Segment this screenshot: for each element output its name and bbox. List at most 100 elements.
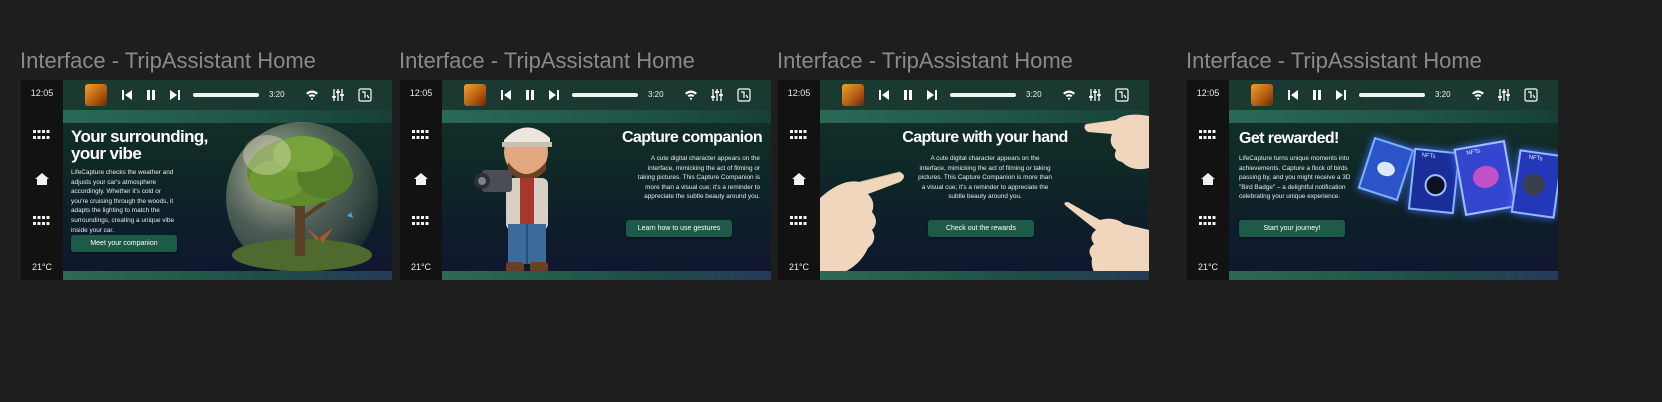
track-progress[interactable] [193, 93, 259, 97]
album-art-icon[interactable] [85, 84, 107, 106]
description: A cute digital character appears on the … [918, 155, 1052, 201]
frame-trip-assistant-4: 12:05 21°C 3:20 Get rewarded! LifeCaptur… [1187, 80, 1558, 280]
wifi-icon[interactable] [1062, 88, 1076, 102]
cameraman-illustration [474, 127, 552, 272]
clock: 12:05 [787, 88, 811, 98]
meet-companion-button[interactable]: Meet your companion [71, 235, 177, 252]
wifi-icon[interactable] [684, 88, 698, 102]
skip-forward-icon[interactable] [548, 89, 560, 101]
main-screen: 3:20 Get rewarded! LifeCapture turns uni… [1229, 80, 1558, 280]
language-icon[interactable] [737, 88, 751, 102]
pause-icon[interactable] [1311, 89, 1323, 101]
bottom-strip [63, 271, 392, 280]
album-art-icon[interactable] [842, 84, 864, 106]
frame-trip-assistant-1: 12:05 21°C 3:20 Your surrounding, your v… [21, 80, 392, 280]
language-icon[interactable] [358, 88, 372, 102]
card-label: NFTs [1466, 148, 1481, 157]
skip-forward-icon[interactable] [1335, 89, 1347, 101]
temperature: 21°C [788, 262, 810, 272]
card-label: NFTs [1528, 154, 1543, 163]
wifi-icon[interactable] [1471, 88, 1485, 102]
nft-card[interactable]: NFTs [1407, 147, 1461, 215]
sliders-icon[interactable] [1088, 88, 1102, 102]
skip-back-icon[interactable] [1287, 89, 1299, 101]
globe-tree-illustration [226, 122, 378, 274]
pause-icon[interactable] [902, 89, 914, 101]
side-rail: 12:05 21°C [400, 80, 442, 280]
temperature: 21°C [1197, 262, 1219, 272]
track-progress[interactable] [572, 93, 638, 97]
skip-back-icon[interactable] [500, 89, 512, 101]
grid-icon[interactable] [1199, 216, 1216, 226]
grid-icon[interactable] [33, 216, 50, 226]
language-icon[interactable] [1115, 88, 1129, 102]
frame-trip-assistant-2: 12:05 21°C 3:20 Capture companion A cute… [400, 80, 771, 280]
track-time: 3:20 [269, 90, 285, 99]
pointing-hand-bottom-right [1064, 202, 1149, 280]
side-rail: 12:05 21°C [1187, 80, 1229, 280]
skip-back-icon[interactable] [878, 89, 890, 101]
nft-card[interactable]: NFTs [1510, 149, 1558, 219]
grid-icon[interactable] [33, 130, 50, 140]
frame-trip-assistant-3: 12:05 21°C 3:20 Capture with your hand A… [778, 80, 1149, 280]
skip-forward-icon[interactable] [169, 89, 181, 101]
accent-strip [1229, 110, 1558, 123]
headline: Get rewarded! [1239, 130, 1339, 147]
learn-gestures-button[interactable]: Learn how to use gestures [626, 220, 732, 237]
description: LifeCapture turns unique moments into ac… [1239, 155, 1351, 201]
media-bar: 3:20 [63, 80, 392, 110]
side-rail: 12:05 21°C [21, 80, 63, 280]
wifi-icon[interactable] [305, 88, 319, 102]
home-icon[interactable] [1200, 172, 1216, 186]
home-icon[interactable] [791, 172, 807, 186]
track-time: 3:20 [648, 90, 664, 99]
media-bar: 3:20 [1229, 80, 1558, 110]
sliders-icon[interactable] [710, 88, 724, 102]
clock: 12:05 [409, 88, 433, 98]
language-icon[interactable] [1524, 88, 1538, 102]
headline: Your surrounding, your vibe [71, 127, 208, 163]
pointing-hand-top-right [1084, 114, 1149, 170]
start-journey-button[interactable]: Start your journey! [1239, 220, 1345, 237]
track-time: 3:20 [1435, 90, 1451, 99]
home-icon[interactable] [413, 172, 429, 186]
grid-icon[interactable] [412, 130, 429, 140]
sliders-icon[interactable] [1497, 88, 1511, 102]
track-progress[interactable] [950, 93, 1016, 97]
skip-back-icon[interactable] [121, 89, 133, 101]
frame-title: Interface - TripAssistant Home [1186, 48, 1482, 73]
headline: Capture companion [621, 129, 763, 146]
frame-title: Interface - TripAssistant Home [777, 48, 1073, 73]
headline: Capture with your hand [902, 129, 1068, 146]
track-progress[interactable] [1359, 93, 1425, 97]
pointing-hand-left [820, 171, 904, 280]
main-screen: 3:20 Capture with your hand A cute digit… [820, 80, 1149, 280]
album-art-icon[interactable] [1251, 84, 1273, 106]
temperature: 21°C [410, 262, 432, 272]
description: A cute digital character appears on the … [637, 155, 760, 201]
skip-forward-icon[interactable] [926, 89, 938, 101]
home-icon[interactable] [34, 172, 50, 186]
check-rewards-button[interactable]: Check out the rewards [928, 220, 1034, 237]
temperature: 21°C [31, 262, 53, 272]
track-time: 3:20 [1026, 90, 1042, 99]
card-label: NFTs [1421, 152, 1436, 161]
grid-icon[interactable] [790, 130, 807, 140]
bottom-strip [1229, 271, 1558, 280]
clock: 12:05 [1196, 88, 1220, 98]
sliders-icon[interactable] [331, 88, 345, 102]
clock: 12:05 [30, 88, 54, 98]
main-screen: 3:20 Capture companion A cute digital ch… [442, 80, 771, 280]
pause-icon[interactable] [524, 89, 536, 101]
album-art-icon[interactable] [464, 84, 486, 106]
grid-icon[interactable] [1199, 130, 1216, 140]
main-screen: 3:20 Your surrounding, your vibe LifeCap… [63, 80, 392, 280]
pause-icon[interactable] [145, 89, 157, 101]
grid-icon[interactable] [412, 216, 429, 226]
bottom-strip [820, 271, 1149, 280]
side-rail: 12:05 21°C [778, 80, 820, 280]
nft-card[interactable]: NFTs [1453, 140, 1517, 216]
media-bar: 3:20 [442, 80, 771, 110]
grid-icon[interactable] [790, 216, 807, 226]
description: LifeCapture checks the weather and adjus… [71, 169, 175, 234]
